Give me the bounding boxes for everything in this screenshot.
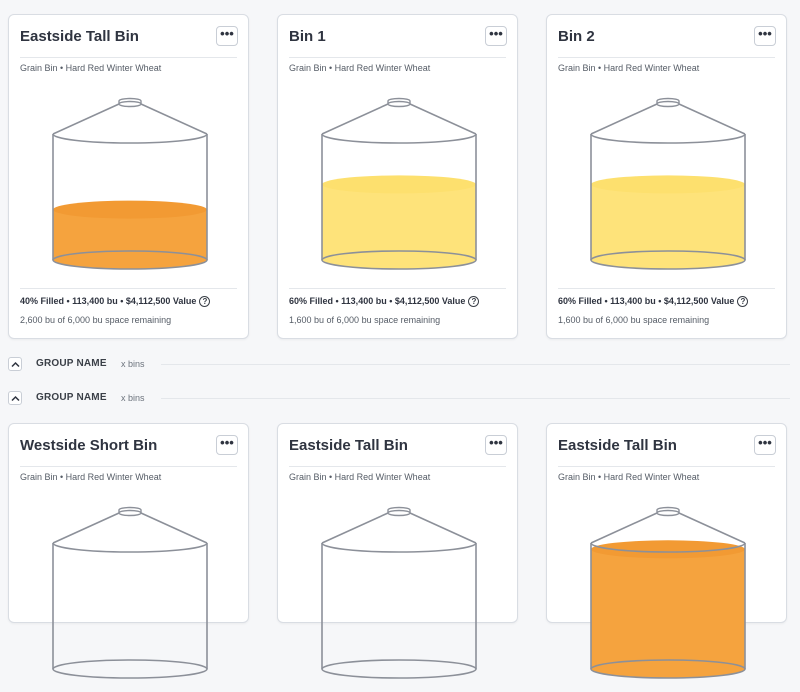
collapse-group-button[interactable] <box>8 357 22 371</box>
bin-base <box>321 659 477 679</box>
divider <box>289 57 506 58</box>
bin-illustration <box>52 97 208 270</box>
more-options-button[interactable]: ••• <box>485 26 507 46</box>
divider <box>20 57 237 58</box>
group-name: GROUP NAME <box>36 392 107 403</box>
bin-illustration <box>321 97 477 270</box>
grain-surface <box>322 175 476 194</box>
collapse-group-button[interactable] <box>8 391 22 405</box>
more-options-button[interactable]: ••• <box>216 26 238 46</box>
ellipsis-icon: ••• <box>220 26 234 41</box>
bin-illustration <box>590 97 746 270</box>
bin-subtitle: Grain Bin • Hard Red Winter Wheat <box>20 63 162 73</box>
bin-vent <box>387 100 411 108</box>
divider <box>289 288 506 289</box>
group-name: GROUP NAME <box>36 358 107 369</box>
divider <box>558 57 775 58</box>
divider <box>558 288 775 289</box>
grain-fill <box>591 549 745 678</box>
fill-summary: 40% Filled • 113,400 bu • $4,112,500 Val… <box>20 296 211 308</box>
space-remaining: 2,600 bu of 6,000 bu space remaining <box>20 315 172 325</box>
divider <box>20 466 237 467</box>
grain-fill <box>322 184 476 269</box>
bin-card[interactable]: Westside Short Bin ••• Grain Bin • Hard … <box>8 423 249 679</box>
divider <box>558 466 775 467</box>
bin-subtitle: Grain Bin • Hard Red Winter Wheat <box>289 472 431 482</box>
bin-eave <box>321 133 477 144</box>
bin-roof <box>321 512 477 544</box>
group-header: GROUP NAME x bins <box>8 391 790 407</box>
bin-card[interactable]: Eastside Tall Bin ••• Grain Bin • Hard R… <box>8 14 249 339</box>
space-remaining: 1,600 bu of 6,000 bu space remaining <box>289 315 441 325</box>
bin-title: Bin 2 <box>558 28 595 45</box>
fill-summary-text: 40% Filled • 113,400 bu • $4,112,500 Val… <box>20 296 197 306</box>
fill-summary-text: 60% Filled • 113,400 bu • $4,112,500 Val… <box>289 296 466 306</box>
bin-card[interactable]: Bin 1 ••• Grain Bin • Hard Red Winter Wh… <box>277 14 518 339</box>
bin-title: Eastside Tall Bin <box>289 437 408 454</box>
bin-roof <box>590 103 746 135</box>
help-icon[interactable]: ? <box>468 296 480 308</box>
ellipsis-icon: ••• <box>489 435 503 450</box>
bin-title: Westside Short Bin <box>20 437 158 454</box>
bin-roof <box>321 103 477 135</box>
bin-title: Eastside Tall Bin <box>558 437 677 454</box>
fill-summary: 60% Filled • 113,400 bu • $4,112,500 Val… <box>558 296 749 308</box>
help-icon[interactable]: ? <box>199 296 211 308</box>
more-options-button[interactable]: ••• <box>754 435 776 455</box>
bin-illustration <box>590 506 746 679</box>
more-options-button[interactable]: ••• <box>754 26 776 46</box>
fill-summary-text: 60% Filled • 113,400 bu • $4,112,500 Val… <box>558 296 735 306</box>
ellipsis-icon: ••• <box>489 26 503 41</box>
ellipsis-icon: ••• <box>758 435 772 450</box>
bin-vent <box>118 100 142 108</box>
group-bin-count: x bins <box>121 393 145 403</box>
bin-roof <box>52 512 208 544</box>
bin-subtitle: Grain Bin • Hard Red Winter Wheat <box>558 472 700 482</box>
bin-vent <box>656 509 680 517</box>
space-remaining: 1,600 bu of 6,000 bu space remaining <box>558 315 710 325</box>
group-header: GROUP NAME x bins <box>8 357 790 373</box>
bin-base <box>52 659 208 679</box>
bin-vent <box>387 509 411 517</box>
divider <box>20 288 237 289</box>
bin-vent <box>656 100 680 108</box>
bin-card[interactable]: Eastside Tall Bin ••• Grain Bin • Hard R… <box>277 423 518 679</box>
bin-illustration <box>52 506 208 679</box>
divider <box>289 466 506 467</box>
bin-eave <box>52 542 208 553</box>
bin-vent <box>118 509 142 517</box>
bin-subtitle: Grain Bin • Hard Red Winter Wheat <box>558 63 700 73</box>
ellipsis-icon: ••• <box>758 26 772 41</box>
group-bin-count: x bins <box>121 359 145 369</box>
fill-summary: 60% Filled • 113,400 bu • $4,112,500 Val… <box>289 296 480 308</box>
bin-roof <box>52 103 208 135</box>
more-options-button[interactable]: ••• <box>216 435 238 455</box>
chevron-up-icon <box>11 395 20 402</box>
bin-card[interactable]: Eastside Tall Bin ••• Grain Bin • Hard R… <box>546 423 787 679</box>
bin-card[interactable]: Bin 2 ••• Grain Bin • Hard Red Winter Wh… <box>546 14 787 339</box>
grain-surface <box>591 175 745 194</box>
bin-roof <box>590 512 746 544</box>
bin-illustration <box>321 506 477 679</box>
more-options-button[interactable]: ••• <box>485 435 507 455</box>
bin-title: Eastside Tall Bin <box>20 28 139 45</box>
bin-title: Bin 1 <box>289 28 326 45</box>
grain-fill <box>591 184 745 269</box>
divider <box>161 364 790 365</box>
help-icon[interactable]: ? <box>737 296 749 308</box>
ellipsis-icon: ••• <box>220 435 234 450</box>
bin-eave <box>52 133 208 144</box>
bin-eave <box>590 133 746 144</box>
grain-surface <box>53 200 207 219</box>
divider <box>161 398 790 399</box>
chevron-up-icon <box>11 361 20 368</box>
bin-subtitle: Grain Bin • Hard Red Winter Wheat <box>289 63 431 73</box>
bin-eave <box>321 542 477 553</box>
bin-subtitle: Grain Bin • Hard Red Winter Wheat <box>20 472 162 482</box>
